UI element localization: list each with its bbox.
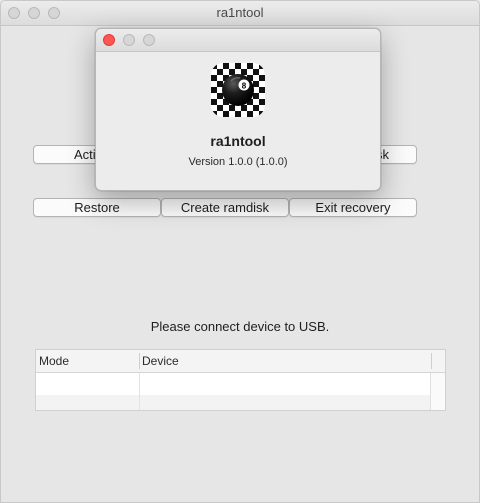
about-titlebar[interactable] — [96, 29, 380, 52]
exit-recovery-button[interactable]: Exit recovery — [289, 198, 417, 217]
svg-text:8: 8 — [242, 82, 247, 91]
cell-divider — [139, 373, 140, 395]
cell-divider — [139, 395, 140, 410]
table-row[interactable] — [36, 395, 431, 410]
minimize-button[interactable] — [123, 34, 135, 46]
create-ramdisk-button[interactable]: Create ramdisk — [161, 198, 289, 217]
table-scroll-gutter[interactable] — [430, 373, 445, 410]
restore-button[interactable]: Restore — [33, 198, 161, 217]
eight-ball-checkered-icon: 8 — [211, 63, 265, 117]
column-divider — [431, 353, 432, 369]
column-divider — [139, 353, 140, 369]
app-version: Version 1.0.0 (1.0.0) — [188, 156, 288, 168]
table-row[interactable] — [36, 373, 431, 395]
main-titlebar[interactable]: ra1ntool — [1, 1, 479, 26]
app-name: ra1ntool — [210, 133, 266, 149]
device-table[interactable]: Mode Device — [35, 349, 446, 411]
column-header-device[interactable]: Device — [142, 354, 179, 368]
status-message: Please connect device to USB. — [150, 319, 330, 334]
close-button[interactable] — [103, 34, 115, 46]
table-header: Mode Device — [36, 350, 445, 373]
about-panel: 8 ra1ntool Version 1.0.0 (1.0.0) — [95, 28, 381, 191]
column-header-mode[interactable]: Mode — [39, 354, 69, 368]
window-title: ra1ntool — [216, 5, 264, 20]
zoom-button[interactable] — [143, 34, 155, 46]
